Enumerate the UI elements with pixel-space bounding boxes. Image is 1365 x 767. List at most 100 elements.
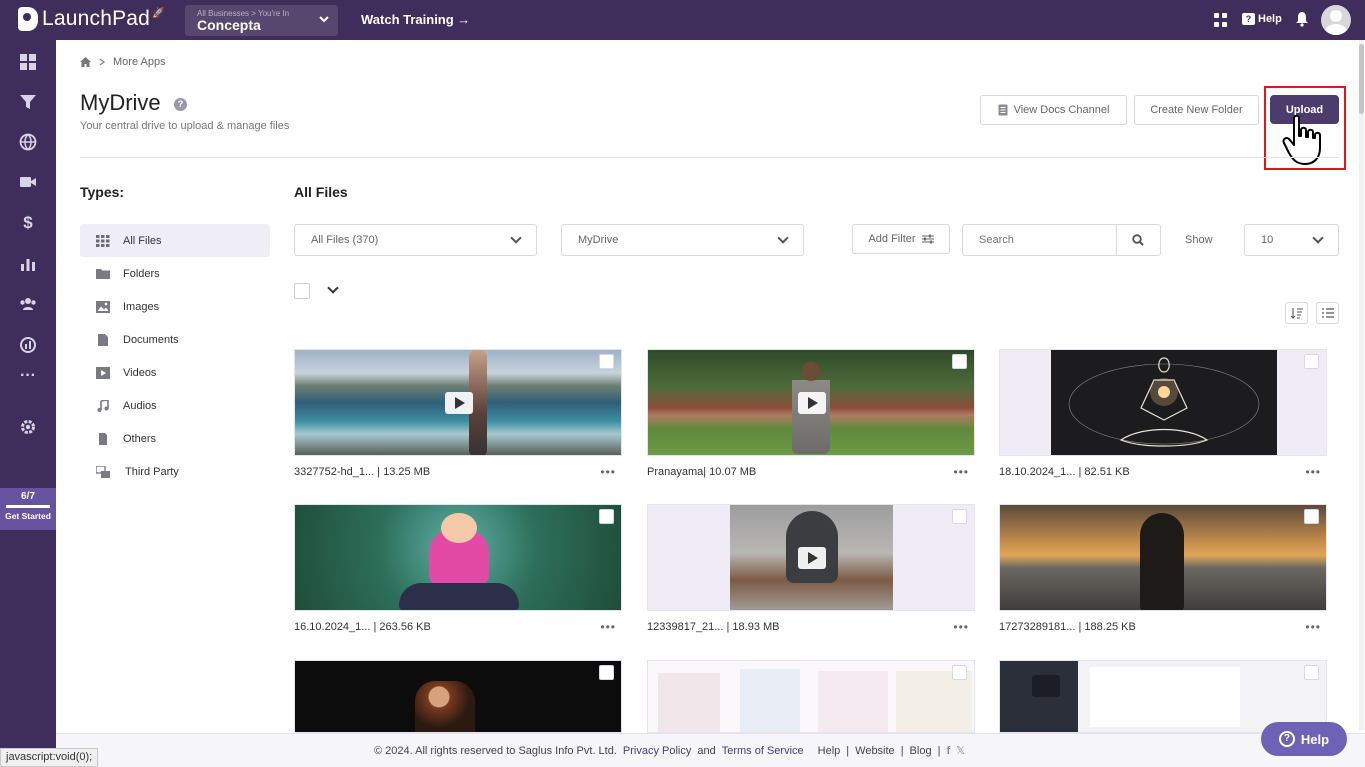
file-card[interactable]: 16.10.2024_1... | 263.56 KB •••: [294, 504, 622, 634]
question-icon[interactable]: ?: [174, 98, 187, 111]
get-started-progress: [6, 505, 50, 508]
file-card[interactable]: 17273289181... | 188.25 KB •••: [999, 504, 1327, 634]
help-icon: ?: [1242, 13, 1255, 25]
play-icon[interactable]: [798, 392, 826, 414]
file-thumbnail[interactable]: [294, 349, 622, 456]
users-icon[interactable]: [19, 295, 37, 313]
breadcrumb-current[interactable]: More Apps: [113, 56, 166, 68]
view-docs-button[interactable]: View Docs Channel: [980, 95, 1127, 125]
x-twitter-icon[interactable]: 𝕏: [956, 744, 965, 757]
type-label: Videos: [123, 366, 157, 379]
search-input[interactable]: [963, 225, 1117, 255]
sort-button[interactable]: [1285, 302, 1308, 324]
more-options-icon[interactable]: •••: [1305, 620, 1321, 634]
scrollbar-thumb[interactable]: [1359, 44, 1364, 114]
play-icon[interactable]: [445, 392, 473, 414]
file-card[interactable]: [647, 660, 975, 733]
bell-icon[interactable]: [1295, 11, 1309, 27]
footer-help-link[interactable]: Help: [818, 745, 841, 757]
business-selector[interactable]: All Businesses > You're In Concepta: [185, 5, 338, 36]
file-checkbox[interactable]: [599, 509, 614, 524]
file-checkbox[interactable]: [952, 509, 967, 524]
type-item-audios[interactable]: Audios: [80, 389, 270, 422]
business-name: Concepta: [197, 17, 261, 33]
avatar[interactable]: [1321, 5, 1351, 35]
list-view-button[interactable]: [1316, 302, 1339, 324]
file-checkbox[interactable]: [599, 665, 614, 680]
document-icon: [998, 104, 1008, 116]
type-item-others[interactable]: Others: [80, 422, 270, 455]
search-icon: [1132, 234, 1144, 246]
file-thumbnail[interactable]: [294, 660, 622, 733]
type-label: Images: [123, 300, 160, 313]
logo-mark: [18, 7, 38, 31]
type-item-all-files[interactable]: All Files: [80, 224, 270, 257]
privacy-policy-link[interactable]: Privacy Policy: [623, 745, 691, 757]
select-all-checkbox[interactable]: [294, 283, 310, 299]
chart-icon[interactable]: [19, 255, 37, 273]
file-card[interactable]: Pranayama| 10.07 MB •••: [647, 349, 975, 479]
file-card[interactable]: 18.10.2024_1... | 82.51 KB •••: [999, 349, 1327, 479]
video-camera-icon[interactable]: [19, 173, 37, 191]
create-folder-button[interactable]: Create New Folder: [1134, 95, 1259, 125]
facebook-icon[interactable]: f: [946, 745, 950, 757]
illustration-panel: [818, 671, 888, 732]
file-name: 16.10.2024_1... | 263.56 KB: [294, 621, 431, 633]
file-checkbox[interactable]: [952, 354, 967, 369]
illustration-panel: [658, 673, 720, 732]
chevron-down-icon: [1312, 232, 1324, 244]
type-item-videos[interactable]: Videos: [80, 356, 270, 389]
footer-website-link[interactable]: Website: [855, 745, 895, 757]
globe-icon[interactable]: [19, 133, 37, 151]
type-item-images[interactable]: Images: [80, 290, 270, 323]
gear-icon[interactable]: [19, 418, 37, 436]
file-thumbnail[interactable]: [294, 504, 622, 611]
question-icon: ?: [1278, 731, 1295, 747]
more-options-icon[interactable]: •••: [953, 620, 969, 634]
more-options-icon[interactable]: •••: [1305, 465, 1321, 479]
get-started-widget[interactable]: 6/7 Get Started: [0, 488, 56, 530]
page-size-select[interactable]: 10: [1244, 224, 1339, 256]
file-thumbnail[interactable]: [999, 504, 1327, 611]
funnel-icon[interactable]: [19, 93, 37, 111]
footer-copyright: © 2024. All rights reserved to Saglus In…: [374, 744, 617, 757]
file-thumbnail[interactable]: [647, 660, 975, 733]
launchpad-logo[interactable]: LaunchPad 🚀: [18, 7, 165, 31]
add-filter-button[interactable]: Add Filter: [852, 224, 950, 254]
file-card[interactable]: [294, 660, 622, 733]
type-item-folders[interactable]: Folders: [80, 257, 270, 290]
watch-training-link[interactable]: Watch Training →: [361, 12, 470, 27]
file-checkbox[interactable]: [952, 665, 967, 680]
more-options-icon[interactable]: •••: [953, 465, 969, 479]
help-link[interactable]: ? Help: [1242, 13, 1282, 25]
more-options-icon[interactable]: •••: [600, 465, 616, 479]
page-title: MyDrive: [80, 90, 161, 115]
type-item-third-party[interactable]: Third Party: [80, 455, 270, 488]
file-thumbnail[interactable]: [647, 504, 975, 611]
more-options-icon[interactable]: •••: [600, 620, 616, 634]
help-chat-button[interactable]: ? Help: [1261, 722, 1347, 756]
file-card[interactable]: 12339817_21... | 18.93 MB •••: [647, 504, 975, 634]
type-item-documents[interactable]: Documents: [80, 323, 270, 356]
chevron-down-icon[interactable]: [327, 282, 339, 294]
file-checkbox[interactable]: [1304, 509, 1319, 524]
file-checkbox[interactable]: [1304, 354, 1319, 369]
file-checkbox[interactable]: [1304, 665, 1319, 680]
terms-link[interactable]: Terms of Service: [722, 745, 804, 757]
file-filter-select[interactable]: All Files (370): [294, 224, 537, 256]
file-thumbnail[interactable]: [647, 349, 975, 456]
analytics-icon[interactable]: [19, 336, 37, 354]
file-card[interactable]: 3327752-hd_1... | 13.25 MB •••: [294, 349, 622, 479]
file-checkbox[interactable]: [599, 354, 614, 369]
dollar-icon[interactable]: $: [19, 214, 37, 232]
source-select[interactable]: MyDrive: [561, 224, 804, 256]
dashboard-icon[interactable]: [19, 53, 37, 71]
footer-blog-link[interactable]: Blog: [910, 745, 932, 757]
more-icon[interactable]: ···: [19, 367, 37, 385]
apps-grid-icon[interactable]: [1214, 13, 1228, 27]
home-icon[interactable]: [80, 57, 91, 67]
search-button[interactable]: [1116, 225, 1160, 255]
scrollbar-track[interactable]: [1359, 40, 1364, 730]
file-thumbnail[interactable]: [999, 349, 1327, 456]
play-icon[interactable]: [798, 547, 826, 569]
